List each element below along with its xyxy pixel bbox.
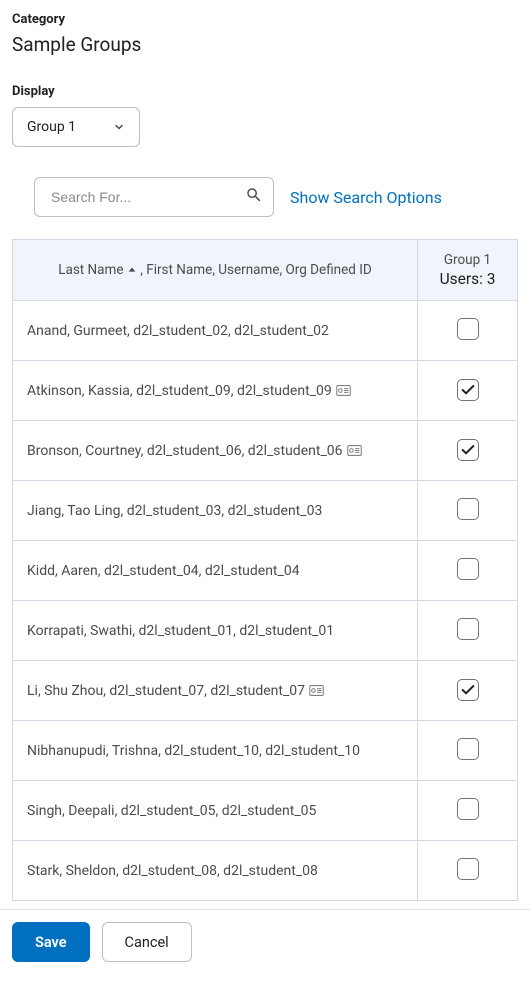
search-icon[interactable] (245, 186, 263, 208)
search-input[interactable] (49, 188, 245, 206)
enroll-cell (418, 781, 518, 841)
enroll-cell (418, 541, 518, 601)
user-cell: Jiang, Tao Ling, d2l_student_03, d2l_stu… (13, 481, 418, 541)
display-select[interactable]: Group 1 (12, 107, 140, 147)
user-name: Kidd, Aaren, d2l_student_04, d2l_student… (27, 563, 300, 579)
enrollment-table: Last Name , First Name, Username, Org De… (12, 239, 518, 901)
user-name: Nibhanupudi, Trishna, d2l_student_10, d2… (27, 743, 360, 759)
user-name: Anand, Gurmeet, d2l_student_02, d2l_stud… (27, 323, 329, 339)
table-row: Atkinson, Kassia, d2l_student_09, d2l_st… (13, 361, 518, 421)
column-header-name[interactable]: Last Name , First Name, Username, Org De… (13, 240, 418, 301)
user-name: Jiang, Tao Ling, d2l_student_03, d2l_stu… (27, 503, 322, 519)
user-cell: Kidd, Aaren, d2l_student_04, d2l_student… (13, 541, 418, 601)
user-cell: Bronson, Courtney, d2l_student_06, d2l_s… (13, 421, 418, 481)
user-cell: Nibhanupudi, Trishna, d2l_student_10, d2… (13, 721, 418, 781)
user-name: Stark, Sheldon, d2l_student_08, d2l_stud… (27, 863, 318, 879)
user-cell: Atkinson, Kassia, d2l_student_09, d2l_st… (13, 361, 418, 421)
enroll-checkbox[interactable] (457, 738, 479, 760)
table-row: Kidd, Aaren, d2l_student_04, d2l_student… (13, 541, 518, 601)
enroll-cell (418, 481, 518, 541)
user-cell: Li, Shu Zhou, d2l_student_07, d2l_studen… (13, 661, 418, 721)
enroll-cell (418, 661, 518, 721)
alias-id-card-icon (336, 385, 351, 396)
save-button[interactable]: Save (12, 922, 90, 962)
user-name: Singh, Deepali, d2l_student_05, d2l_stud… (27, 803, 316, 819)
enroll-checkbox[interactable] (457, 679, 479, 701)
enroll-checkbox[interactable] (457, 798, 479, 820)
user-name: Bronson, Courtney, d2l_student_06, d2l_s… (27, 443, 343, 459)
group-name: Group 1 (428, 252, 507, 268)
table-row: Li, Shu Zhou, d2l_student_07, d2l_studen… (13, 661, 518, 721)
display-label: Display (12, 84, 518, 99)
alias-id-card-icon (347, 445, 362, 456)
user-cell: Stark, Sheldon, d2l_student_08, d2l_stud… (13, 841, 418, 901)
group-user-count: Users: 3 (428, 270, 507, 288)
enroll-cell (418, 721, 518, 781)
show-search-options-link[interactable]: Show Search Options (290, 188, 442, 207)
search-input-wrap[interactable] (34, 177, 274, 217)
user-name: Atkinson, Kassia, d2l_student_09, d2l_st… (27, 383, 332, 399)
user-cell: Anand, Gurmeet, d2l_student_02, d2l_stud… (13, 301, 418, 361)
enroll-checkbox[interactable] (457, 498, 479, 520)
user-name: Korrapati, Swathi, d2l_student_01, d2l_s… (27, 623, 334, 639)
chevron-down-icon (113, 121, 125, 133)
user-name: Li, Shu Zhou, d2l_student_07, d2l_studen… (27, 683, 305, 699)
enroll-checkbox[interactable] (457, 318, 479, 340)
enroll-cell (418, 421, 518, 481)
display-selected-value: Group 1 (27, 119, 76, 135)
enroll-cell (418, 841, 518, 901)
enroll-checkbox[interactable] (457, 439, 479, 461)
table-row: Singh, Deepali, d2l_student_05, d2l_stud… (13, 781, 518, 841)
user-cell: Korrapati, Swathi, d2l_student_01, d2l_s… (13, 601, 418, 661)
enroll-checkbox[interactable] (457, 379, 479, 401)
footer-bar: Save Cancel (0, 909, 530, 974)
column-header-group: Group 1 Users: 3 (418, 240, 518, 301)
enroll-checkbox[interactable] (457, 858, 479, 880)
cancel-button[interactable]: Cancel (102, 922, 192, 962)
user-cell: Singh, Deepali, d2l_student_05, d2l_stud… (13, 781, 418, 841)
table-row: Stark, Sheldon, d2l_student_08, d2l_stud… (13, 841, 518, 901)
enroll-checkbox[interactable] (457, 618, 479, 640)
table-row: Nibhanupudi, Trishna, d2l_student_10, d2… (13, 721, 518, 781)
table-row: Bronson, Courtney, d2l_student_06, d2l_s… (13, 421, 518, 481)
category-value: Sample Groups (12, 33, 518, 56)
enroll-cell (418, 601, 518, 661)
enroll-checkbox[interactable] (457, 558, 479, 580)
sort-asc-icon (127, 265, 137, 275)
table-row: Anand, Gurmeet, d2l_student_02, d2l_stud… (13, 301, 518, 361)
enroll-cell (418, 361, 518, 421)
enroll-cell (418, 301, 518, 361)
alias-id-card-icon (309, 685, 324, 696)
category-label: Category (12, 12, 518, 27)
table-row: Korrapati, Swathi, d2l_student_01, d2l_s… (13, 601, 518, 661)
table-row: Jiang, Tao Ling, d2l_student_03, d2l_stu… (13, 481, 518, 541)
